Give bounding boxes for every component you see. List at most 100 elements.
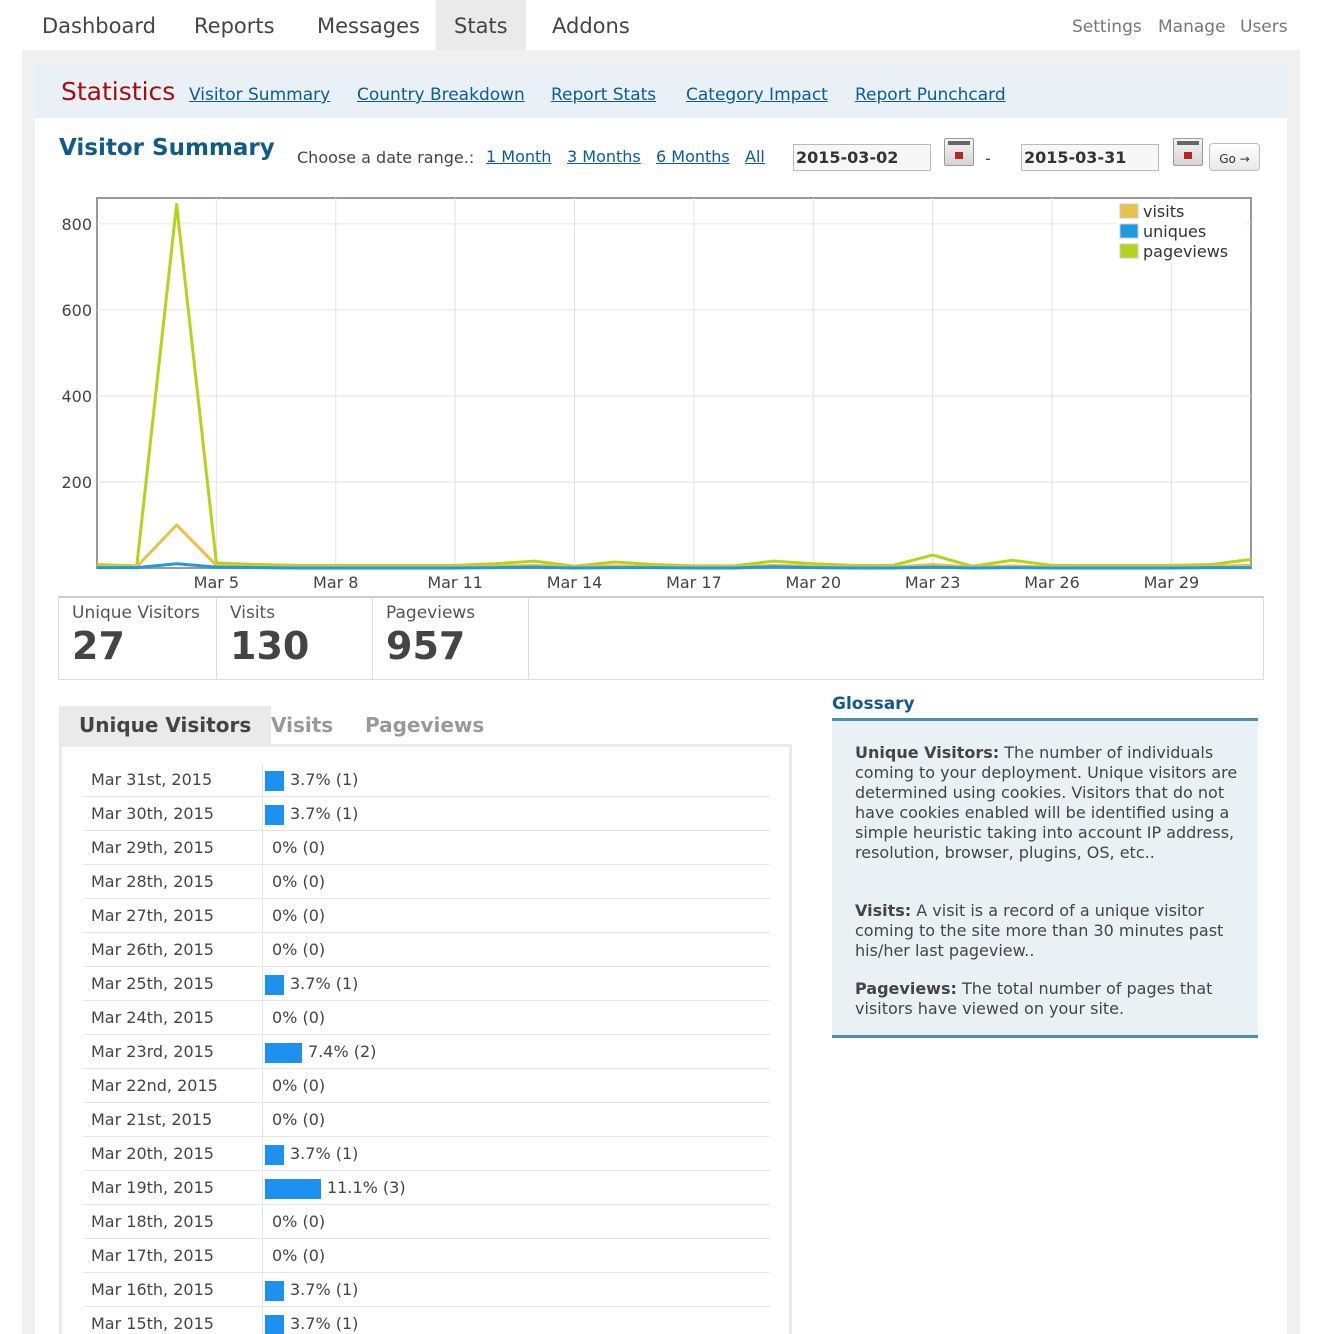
row-percent: 3.7% (1) [290, 770, 359, 789]
row-percent: 0% (0) [272, 872, 326, 891]
table-row: Mar 18th, 2015 0% (0) [84, 1205, 770, 1239]
row-divider [262, 1307, 263, 1334]
range-6-months[interactable]: 6 Months [656, 147, 730, 166]
row-percent: 3.7% (1) [290, 974, 359, 993]
table-row: Mar 22nd, 2015 0% (0) [84, 1069, 770, 1103]
row-percent: 0% (0) [272, 1110, 326, 1129]
visitor-chart: 200 400 600 800 Mar 5 Mar 8 Mar 11 Mar 14 Mar 17… [40, 190, 1290, 600]
legend-label: pageviews [1143, 242, 1228, 261]
tab-pageviews[interactable]: Pageviews [345, 706, 504, 746]
row-bar [265, 975, 284, 995]
row-date: Mar 15th, 2015 [91, 1314, 214, 1333]
row-date: Mar 26th, 2015 [91, 940, 214, 959]
row-date: Mar 17th, 2015 [91, 1246, 214, 1265]
tab-addons[interactable]: Addons [534, 0, 648, 50]
y-tick-label: 400 [61, 387, 92, 406]
manage-link[interactable]: Manage [1158, 0, 1226, 50]
row-divider [262, 1205, 263, 1239]
x-tick-label: Mar 5 [194, 573, 239, 592]
row-percent: 0% (0) [272, 1076, 326, 1095]
subnav-country-breakdown[interactable]: Country Breakdown [357, 85, 525, 105]
tab-stats[interactable]: Stats [436, 0, 526, 50]
x-tick-label: Mar 11 [427, 573, 483, 592]
row-date: Mar 21st, 2015 [91, 1110, 213, 1129]
tab-messages[interactable]: Messages [299, 0, 438, 50]
glossary-title: Glossary [832, 694, 915, 714]
row-date: Mar 16th, 2015 [91, 1280, 214, 1299]
legend-label: visits [1143, 202, 1184, 221]
row-divider [262, 899, 263, 933]
subnav-report-punchcard[interactable]: Report Punchcard [855, 85, 1006, 105]
subnav-visitor-summary[interactable]: Visitor Summary [189, 85, 330, 105]
tab-visits[interactable]: Visits [251, 706, 353, 746]
range-3-months[interactable]: 3 Months [567, 147, 641, 166]
table-row: Mar 19th, 2015 11.1% (3) [84, 1171, 770, 1205]
y-tick-label: 800 [61, 215, 92, 234]
row-date: Mar 18th, 2015 [91, 1212, 214, 1231]
settings-link[interactable]: Settings [1072, 0, 1142, 50]
row-date: Mar 20th, 2015 [91, 1144, 214, 1163]
calendar-icon[interactable] [1173, 138, 1203, 166]
x-tick-label: Mar 20 [785, 573, 841, 592]
tab-unique-visitors[interactable]: Unique Visitors [59, 706, 272, 746]
glossary-box: Unique Visitors: The number of individua… [832, 718, 1258, 1038]
total-value: 957 [386, 624, 466, 668]
total-pageviews: Pageviews 957 [373, 598, 529, 680]
row-percent: 11.1% (3) [327, 1178, 406, 1197]
range-all[interactable]: All [745, 147, 765, 166]
tab-reports[interactable]: Reports [176, 0, 293, 50]
row-date: Mar 31st, 2015 [91, 770, 213, 789]
go-button[interactable]: Go → [1209, 143, 1260, 171]
date-separator: - [985, 149, 991, 168]
row-divider [262, 1035, 263, 1069]
visitor-chart-svg: 200 400 600 800 Mar 5 Mar 8 Mar 11 Mar 14 Mar 17… [61, 197, 1252, 592]
table-row: Mar 16th, 2015 3.7% (1) [84, 1273, 770, 1307]
totals-bar: Unique Visitors 27 Visits 130 Pageviews … [58, 596, 1264, 680]
table-row: Mar 26th, 2015 0% (0) [84, 933, 770, 967]
row-divider [262, 1103, 263, 1137]
table-row: Mar 15th, 2015 3.7% (1) [84, 1307, 770, 1334]
row-date: Mar 29th, 2015 [91, 838, 214, 857]
row-percent: 7.4% (2) [308, 1042, 377, 1061]
legend-swatch [1119, 223, 1139, 239]
end-date-input[interactable] [1021, 144, 1159, 171]
range-1-month[interactable]: 1 Month [486, 147, 551, 166]
glossary-text: A visit is a record of a unique visitor … [855, 901, 1224, 960]
row-divider [262, 1273, 263, 1307]
table-row: Mar 21st, 2015 0% (0) [84, 1103, 770, 1137]
start-date-input[interactable] [793, 144, 931, 171]
row-divider [262, 831, 263, 865]
row-divider [262, 865, 263, 899]
row-divider [262, 1069, 263, 1103]
total-value: 130 [230, 624, 310, 668]
breakdown-tabs: Unique Visitors Visits Pageviews [59, 706, 791, 746]
table-row: Mar 25th, 2015 3.7% (1) [84, 967, 770, 1001]
row-date: Mar 30th, 2015 [91, 804, 214, 823]
row-percent: 0% (0) [272, 1212, 326, 1231]
total-visits: Visits 130 [217, 598, 373, 680]
table-row: Mar 20th, 2015 3.7% (1) [84, 1137, 770, 1171]
row-divider [262, 1239, 263, 1273]
subnav-report-stats[interactable]: Report Stats [551, 85, 656, 105]
row-date: Mar 25th, 2015 [91, 974, 214, 993]
x-tick-label: Mar 17 [666, 573, 722, 592]
row-date: Mar 19th, 2015 [91, 1178, 214, 1197]
calendar-icon[interactable] [944, 138, 974, 166]
row-percent: 3.7% (1) [290, 1314, 359, 1333]
total-label: Unique Visitors [72, 603, 200, 623]
glossary-term: Visits: [855, 901, 912, 920]
tab-dashboard[interactable]: Dashboard [24, 0, 174, 50]
table-row: Mar 24th, 2015 0% (0) [84, 1001, 770, 1035]
row-bar [265, 805, 284, 825]
statistics-title: Statistics [61, 77, 176, 106]
users-link[interactable]: Users [1240, 0, 1288, 50]
date-range-label: Choose a date range.: [297, 148, 475, 167]
row-divider [262, 933, 263, 967]
x-tick-label: Mar 8 [313, 573, 358, 592]
row-divider [262, 967, 263, 1001]
glossary-term: Pageviews: [855, 979, 957, 998]
x-tick-label: Mar 29 [1144, 573, 1200, 592]
row-date: Mar 22nd, 2015 [91, 1076, 218, 1095]
subnav-category-impact[interactable]: Category Impact [686, 85, 828, 105]
section-title: Visitor Summary [59, 135, 275, 161]
